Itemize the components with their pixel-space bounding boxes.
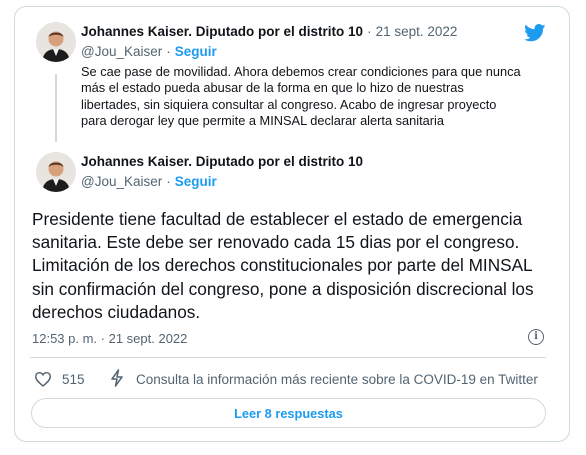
quoted-tweet-header: Johannes Kaiser. Diputado por el distrit… <box>81 24 457 39</box>
twitter-bird-icon[interactable] <box>524 24 546 42</box>
read-replies-button[interactable]: Leer 8 respuestas <box>31 398 546 428</box>
info-icon[interactable]: i <box>528 329 544 345</box>
tweet-timestamp[interactable]: 12:53 p. m. · 21 sept. 2022 <box>32 331 187 346</box>
author-name[interactable]: Johannes Kaiser. Diputado por el distrit… <box>81 154 363 169</box>
avatar[interactable] <box>36 22 76 62</box>
separator-dot: · <box>367 24 372 39</box>
main-tweet-header: Johannes Kaiser. Diputado por el distrit… <box>81 154 363 169</box>
main-handle-row: @Jou_Kaiser · Seguir <box>81 174 217 189</box>
quoted-tweet-text: Se cae pase de movilidad. Ahora debemos … <box>81 64 521 129</box>
author-name[interactable]: Johannes Kaiser. Diputado por el distrit… <box>81 24 363 39</box>
covid-info-link[interactable]: Consulta la información más reciente sob… <box>136 372 546 387</box>
follow-button[interactable]: Seguir <box>175 44 217 59</box>
separator-dot: · <box>166 174 171 189</box>
heart-icon[interactable] <box>34 371 52 387</box>
like-count[interactable]: 515 <box>62 372 85 387</box>
author-handle[interactable]: @Jou_Kaiser <box>81 44 162 59</box>
tweet-date[interactable]: 21 sept. 2022 <box>376 24 458 39</box>
main-tweet-text: Presidente tiene facultad de establecer … <box>32 209 534 322</box>
quoted-handle-row: @Jou_Kaiser · Seguir <box>81 44 217 59</box>
lightning-bolt-icon <box>110 369 124 387</box>
follow-button[interactable]: Seguir <box>175 174 217 189</box>
thread-connector <box>55 74 57 142</box>
avatar[interactable] <box>36 152 76 192</box>
divider <box>30 357 546 358</box>
separator-dot: · <box>166 44 171 59</box>
author-handle[interactable]: @Jou_Kaiser <box>81 174 162 189</box>
